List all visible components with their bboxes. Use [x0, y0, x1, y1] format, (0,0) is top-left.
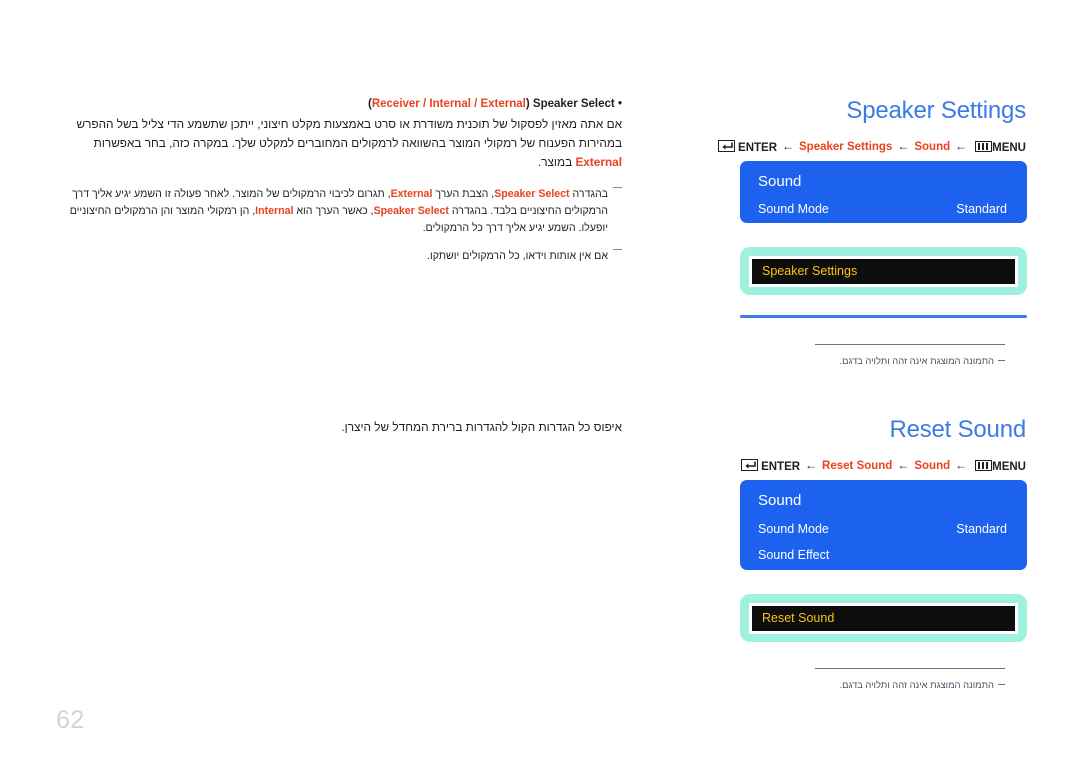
bullet-options: Receiver / Internal / External	[371, 98, 526, 110]
path-arrow-icon: ←	[782, 138, 795, 153]
footer-note: התמונה המוצגת אינה זהה ותלויה בדגם.	[815, 678, 1005, 691]
osd-spacer	[700, 295, 1040, 315]
menu-path-reset-sound: MENU ← Sound ← Reset Sound ← ENTER	[700, 458, 1026, 473]
note-dash-icon	[613, 249, 622, 251]
note-highlight-speaker-select: Speaker Select	[494, 188, 570, 200]
osd-row: Sound Effect	[740, 538, 1027, 564]
reset-sound-description: איפוס כל הגדרות הקול להגדרות ברירת המחדל…	[341, 420, 622, 434]
manual-page: (Receiver / Internal / External) Speaker…	[0, 0, 1080, 763]
enter-label: ENTER	[738, 142, 778, 154]
highlight-row-label: Reset Sound	[762, 610, 835, 625]
section-reset-sound: Reset Sound MENU ← Sound ← Reset Sound ←…	[700, 415, 1040, 691]
menu-label: MENU	[992, 141, 1026, 154]
highlight-row-label: Speaker Settings	[762, 263, 858, 278]
note-highlight-external: External	[390, 188, 433, 200]
section-title: Speaker Settings	[846, 97, 1026, 124]
note-highlight-internal: Internal	[255, 205, 294, 217]
osd-row: Sound Mode Standard	[740, 192, 1027, 218]
menu-path-menu: MENU	[972, 140, 1026, 154]
path-arrow-icon: ←	[805, 457, 818, 472]
bullet-label: Speaker Select	[532, 98, 615, 110]
menu-path-menu: MENU	[972, 459, 1026, 473]
osd-row-label: Sound Effect	[758, 548, 830, 562]
footer-note-block: התמונה המוצגת אינה זהה ותלויה בדגם.	[815, 668, 1005, 691]
osd-spacer	[700, 223, 1040, 247]
section-speaker-settings: Speaker Settings MENU ← Sound ← Speaker …	[700, 96, 1040, 367]
note-text: אם אין אותות וידאו, כל הרמקולים יושתקו.	[427, 250, 608, 262]
highlighted-menu-item-speaker-settings[interactable]: Speaker Settings	[740, 247, 1027, 295]
menu-path-speaker-settings-crumb: Speaker Settings	[799, 140, 893, 153]
note-item: בהגדרה Speaker Select, הצבת הערך Externa…	[62, 186, 622, 237]
menu-path-sound: Sound	[914, 140, 951, 153]
menu-path-speaker-settings: MENU ← Sound ← Speaker Settings ← ENTER	[700, 139, 1026, 154]
speaker-select-paragraph: אם אתה מאזין לפסקול של תוכנית משודרת או …	[76, 117, 622, 169]
osd-menu-graphic: Sound Sound Mode Standard Sound Effect	[740, 480, 1027, 570]
osd-row-label: Sound Mode	[758, 202, 829, 216]
menu-grid-icon	[975, 140, 993, 152]
path-arrow-icon: ←	[897, 138, 910, 153]
right-illustration-column: Speaker Settings MENU ← Sound ← Speaker …	[700, 0, 1040, 763]
menu-path-sound: Sound	[914, 459, 951, 472]
highlight-inner-row[interactable]: Speaker Settings	[749, 255, 1018, 287]
page-number: 62	[56, 706, 85, 734]
footer-note-block: התמונה המוצגת אינה זהה ותלויה בדגם.	[815, 344, 1005, 367]
paragraph-highlight-external: External	[575, 155, 622, 169]
left-text-column: (Receiver / Internal / External) Speaker…	[62, 96, 622, 276]
path-arrow-icon: ←	[955, 138, 968, 153]
menu-path-enter: ENTER	[741, 458, 800, 473]
speaker-select-bullet: (Receiver / Internal / External) Speaker…	[62, 96, 622, 112]
osd-title: Sound	[758, 173, 802, 190]
osd-row: Sound Mode Standard	[740, 511, 1027, 538]
footer-divider	[815, 668, 1005, 669]
enter-return-icon	[741, 459, 759, 471]
menu-path-enter: ENTER	[718, 139, 777, 154]
highlighted-menu-item-reset-sound[interactable]: Reset Sound	[740, 594, 1027, 642]
osd-row-value: Standard	[956, 202, 1007, 216]
notes-list: בהגדרה Speaker Select, הצבת הערך Externa…	[62, 186, 622, 265]
note-item: אם אין אותות וידאו, כל הרמקולים יושתקו.	[62, 248, 622, 265]
footer-note: התמונה המוצגת אינה זהה ותלויה בדגם.	[815, 354, 1005, 367]
osd-spacer	[700, 570, 1040, 594]
bullet-paren-close: )	[525, 98, 530, 110]
osd-row-label: Sound Mode	[758, 522, 829, 536]
footer-divider	[815, 344, 1005, 345]
menu-path-reset-sound-crumb: Reset Sound	[822, 459, 893, 472]
note-highlight-speaker-select-2: Speaker Select	[373, 205, 449, 217]
enter-return-icon	[718, 140, 736, 152]
osd-bottom-rule	[740, 315, 1027, 318]
osd-title: Sound	[758, 492, 802, 509]
footer-dash-icon	[998, 360, 1005, 361]
enter-label: ENTER	[761, 461, 801, 473]
section-title: Reset Sound	[889, 416, 1026, 443]
menu-grid-icon	[975, 459, 993, 471]
footer-note-text: התמונה המוצגת אינה זהה ותלויה בדגם.	[839, 355, 995, 366]
path-arrow-icon: ←	[897, 457, 910, 472]
osd-row-value: Standard	[956, 522, 1007, 536]
footer-note-text: התמונה המוצגת אינה זהה ותלויה בדגם.	[839, 679, 995, 690]
menu-label: MENU	[992, 460, 1026, 473]
note-dash-icon	[613, 187, 622, 189]
bullet-marker: •	[617, 98, 622, 110]
highlight-inner-row[interactable]: Reset Sound	[749, 602, 1018, 634]
path-arrow-icon: ←	[955, 457, 968, 472]
osd-menu-graphic: Sound Sound Mode Standard	[740, 161, 1027, 223]
footer-dash-icon	[998, 684, 1005, 685]
